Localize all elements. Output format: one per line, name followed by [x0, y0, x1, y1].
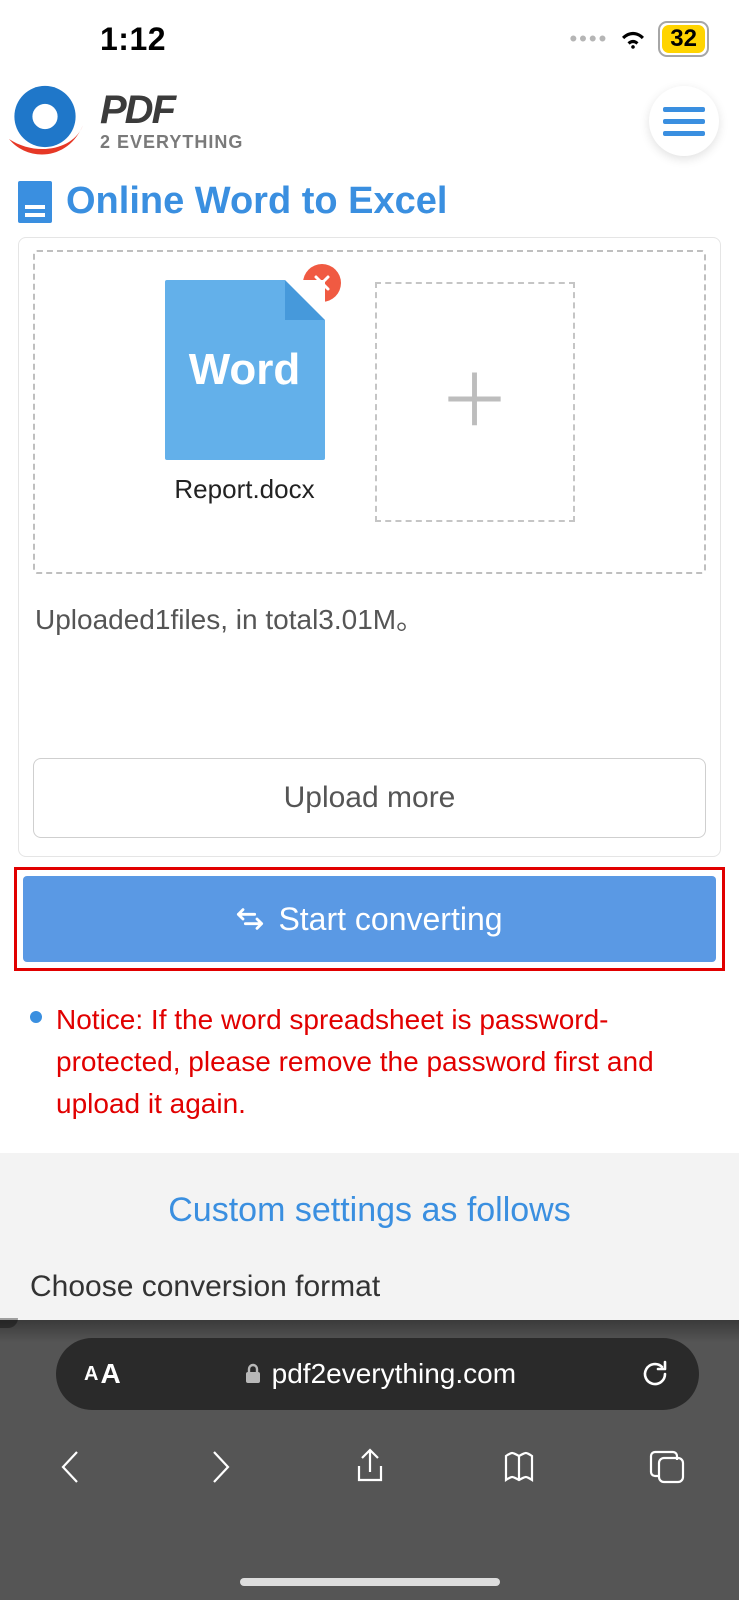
battery-level: 32	[662, 25, 705, 53]
menu-button[interactable]	[649, 86, 719, 156]
battery-icon: 32	[658, 21, 709, 57]
upload-more-button[interactable]: Upload more	[33, 758, 706, 838]
notice: Notice: If the word spreadsheet is passw…	[0, 989, 739, 1153]
convert-label: Start converting	[278, 901, 502, 938]
forward-button[interactable]	[199, 1446, 241, 1488]
lock-icon	[244, 1363, 262, 1385]
wifi-icon	[618, 28, 648, 50]
share-button[interactable]	[349, 1446, 391, 1488]
bookmarks-button[interactable]	[498, 1446, 540, 1488]
plus-icon: ＋	[438, 366, 510, 438]
browser-toolbar	[0, 1410, 739, 1488]
refresh-button[interactable]	[639, 1358, 671, 1390]
document-icon	[18, 181, 52, 223]
bullet-icon	[30, 1011, 42, 1023]
cellular-dots-icon: ••••	[569, 26, 608, 52]
uploaded-file[interactable]: Word Report.docx	[165, 280, 325, 505]
notice-text: Notice: If the word spreadsheet is passw…	[56, 999, 709, 1125]
status-bar: 1:12 •••• 32	[0, 0, 739, 70]
logo-text-main: PDF	[100, 90, 243, 130]
convert-highlight-box: Start converting	[14, 867, 725, 971]
dropzone[interactable]: Word Report.docx ＋	[33, 250, 706, 574]
file-name: Report.docx	[174, 474, 314, 505]
status-time: 1:12	[100, 21, 166, 58]
custom-settings-section: Custom settings as follows Choose conver…	[0, 1153, 739, 1344]
url-display: pdf2everything.com	[244, 1358, 516, 1390]
format-label: Choose conversion format	[30, 1270, 709, 1304]
status-right: •••• 32	[569, 21, 709, 57]
page-title-row: Online Word to Excel	[0, 172, 739, 237]
upload-status: Uploaded1files, in total3.01M。	[35, 598, 706, 638]
start-converting-button[interactable]: Start converting	[23, 876, 716, 962]
tabs-button[interactable]	[647, 1446, 689, 1488]
settings-heading: Custom settings as follows	[30, 1191, 709, 1230]
upload-panel: Word Report.docx ＋ Uploaded1files, in to…	[18, 237, 721, 857]
text-size-button[interactable]: AA	[84, 1358, 121, 1390]
home-indicator[interactable]	[240, 1578, 500, 1586]
url-text: pdf2everything.com	[272, 1358, 516, 1390]
file-thumb: Word	[165, 280, 325, 460]
logo[interactable]: PDF 2 EVERYTHING	[0, 76, 243, 166]
logo-mark-icon	[0, 76, 90, 166]
logo-text-sub: 2 EVERYTHING	[100, 132, 243, 153]
file-type-label: Word	[189, 345, 301, 395]
page-title: Online Word to Excel	[66, 180, 447, 223]
back-button[interactable]	[50, 1446, 92, 1488]
swap-icon	[236, 905, 264, 933]
app-header: PDF 2 EVERYTHING	[0, 70, 739, 172]
browser-chrome: AA pdf2everything.com	[0, 1320, 739, 1600]
add-file-slot[interactable]: ＋	[375, 282, 575, 522]
address-bar[interactable]: AA pdf2everything.com	[56, 1338, 699, 1410]
